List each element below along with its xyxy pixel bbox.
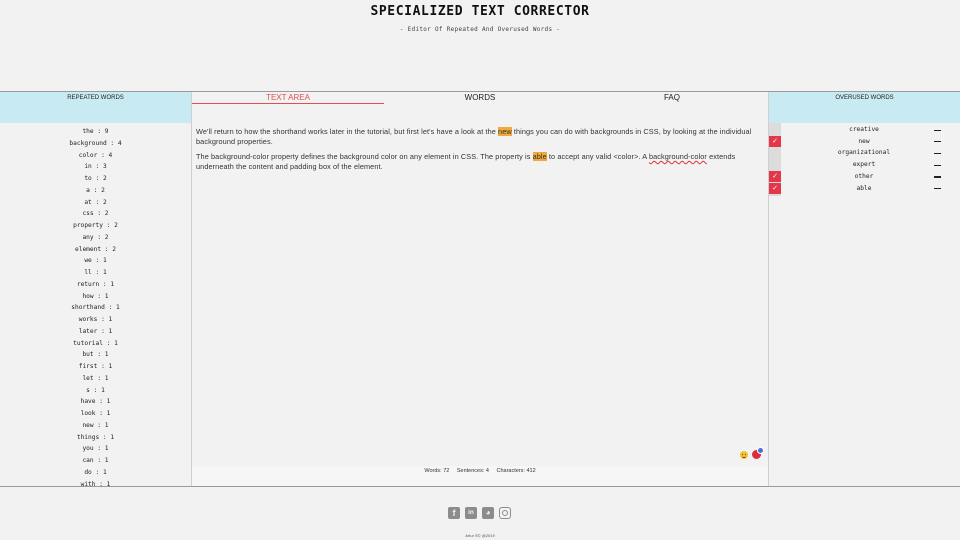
repeated-word-item[interactable]: property : 2 bbox=[0, 220, 191, 232]
tab-bar: TEXT AREA WORDS FAQ bbox=[192, 92, 768, 104]
repeated-word-item[interactable]: things : 1 bbox=[0, 432, 191, 444]
overused-word-item: other bbox=[854, 172, 874, 180]
social-links: f in ◕ bbox=[447, 507, 517, 520]
overused-word-item: organizational bbox=[837, 149, 891, 157]
overused-word-item: able bbox=[856, 184, 872, 192]
remove-word-icon[interactable] bbox=[934, 152, 941, 155]
repeated-word-item[interactable]: how : 1 bbox=[0, 291, 191, 303]
text-stats: Words: 72 Sentences: 4 Characters: 412 bbox=[192, 466, 768, 486]
overused-word-item: expert bbox=[852, 161, 876, 169]
credit: Artur Ś© @2019 bbox=[465, 533, 495, 538]
repeated-word-item[interactable]: but : 1 bbox=[0, 349, 191, 361]
repeated-word-item[interactable]: element : 2 bbox=[0, 244, 191, 256]
grammar-checker-icon[interactable] bbox=[752, 447, 764, 459]
checkbox-checked[interactable]: ✓ bbox=[769, 135, 781, 147]
repeated-word-item[interactable]: do : 1 bbox=[0, 467, 191, 479]
editor-area: TEXT AREA WORDS FAQ We'll return to how … bbox=[192, 92, 768, 486]
word-count: Words: 72 bbox=[424, 468, 450, 474]
spelling-underline[interactable]: background-color bbox=[649, 152, 707, 161]
repeated-word-item[interactable]: tutorial : 1 bbox=[0, 338, 191, 350]
repeated-word-item[interactable]: the : 9 bbox=[0, 126, 191, 138]
instagram-icon[interactable] bbox=[499, 507, 511, 519]
overused-word-highlight[interactable]: new bbox=[498, 127, 512, 136]
repeated-word-item[interactable]: look : 1 bbox=[0, 408, 191, 420]
repeated-word-item[interactable]: css : 2 bbox=[0, 208, 191, 220]
tab-faq[interactable]: FAQ bbox=[576, 93, 768, 104]
facebook-icon[interactable]: f bbox=[448, 507, 460, 519]
remove-word-icon[interactable] bbox=[934, 129, 941, 131]
repeated-word-item[interactable]: later : 1 bbox=[0, 326, 191, 338]
page-title: SPECIALIZED TEXT CORRECTOR bbox=[370, 4, 590, 19]
tab-text-area[interactable]: TEXT AREA bbox=[192, 93, 384, 104]
repeated-words-list[interactable]: the : 9 background : 4 color : 4 in : 3 to :… bbox=[0, 123, 191, 486]
remove-word-icon[interactable] bbox=[934, 141, 941, 143]
repeated-word-item[interactable]: ll : 1 bbox=[0, 267, 191, 279]
overused-word-highlight[interactable]: able bbox=[532, 152, 547, 162]
repeated-word-item[interactable]: background : 4 bbox=[0, 138, 191, 150]
repeated-words-panel: REPEATED WORDS the : 9 background : 4 colo… bbox=[0, 92, 192, 486]
paragraph: We'll return to how the shorthand works … bbox=[196, 127, 752, 146]
sentence-count: Sentences: 4 bbox=[456, 468, 489, 474]
text-editor[interactable]: We'll return to how the shorthand works … bbox=[192, 123, 768, 466]
repeated-word-item[interactable]: let : 1 bbox=[0, 373, 191, 385]
remove-word-icon[interactable] bbox=[934, 164, 941, 166]
repeated-word-item[interactable]: with : 1 bbox=[0, 479, 191, 487]
repeated-word-item[interactable]: color : 4 bbox=[0, 150, 191, 162]
repeated-word-item[interactable]: any : 2 bbox=[0, 232, 191, 244]
overused-words-heading: OVERUSED WORDS bbox=[769, 92, 960, 123]
overused-word-item: creative bbox=[849, 126, 879, 133]
divider bbox=[0, 486, 960, 487]
repeated-word-item[interactable]: shorthand : 1 bbox=[0, 302, 191, 314]
page-subtitle: - Editor Of Repeated And Overused Words … bbox=[399, 26, 561, 33]
emoji-icon[interactable] bbox=[740, 451, 748, 459]
repeated-word-item[interactable]: have : 1 bbox=[0, 396, 191, 408]
repeated-word-item[interactable]: works : 1 bbox=[0, 314, 191, 326]
paragraph: The background-color property defines th… bbox=[196, 152, 736, 171]
checkbox-checked[interactable]: ✓ bbox=[769, 182, 781, 194]
repeated-word-item[interactable]: you : 1 bbox=[0, 443, 191, 455]
checkbox-checked[interactable]: ✓ bbox=[769, 170, 781, 182]
header: SPECIALIZED TEXT CORRECTOR - Editor Of R… bbox=[0, 0, 960, 91]
repeated-word-item[interactable]: s : 1 bbox=[0, 385, 191, 397]
repeated-word-item[interactable]: to : 2 bbox=[0, 173, 191, 185]
repeated-word-item[interactable]: can : 1 bbox=[0, 455, 191, 467]
overused-words-panel: OVERUSED WORDS creative ✓ new organizationa… bbox=[768, 92, 960, 486]
repeated-word-item[interactable]: in : 3 bbox=[0, 161, 191, 173]
remove-word-icon[interactable] bbox=[934, 176, 941, 178]
linkedin-icon[interactable]: in bbox=[465, 507, 477, 519]
overused-word-item: new bbox=[858, 137, 870, 145]
character-count: Characters: 412 bbox=[496, 468, 536, 474]
remove-word-icon[interactable] bbox=[934, 188, 941, 190]
repeated-words-heading: REPEATED WORDS bbox=[0, 92, 191, 123]
github-icon[interactable]: ◕ bbox=[482, 507, 494, 519]
repeated-word-item[interactable]: new : 1 bbox=[0, 420, 191, 432]
repeated-word-item[interactable]: return : 1 bbox=[0, 279, 191, 291]
repeated-word-item[interactable]: first : 1 bbox=[0, 361, 191, 373]
repeated-word-item[interactable]: we : 1 bbox=[0, 255, 191, 267]
tab-words[interactable]: WORDS bbox=[384, 93, 576, 104]
repeated-word-item[interactable]: at : 2 bbox=[0, 197, 191, 209]
repeated-word-item[interactable]: a : 2 bbox=[0, 185, 191, 197]
